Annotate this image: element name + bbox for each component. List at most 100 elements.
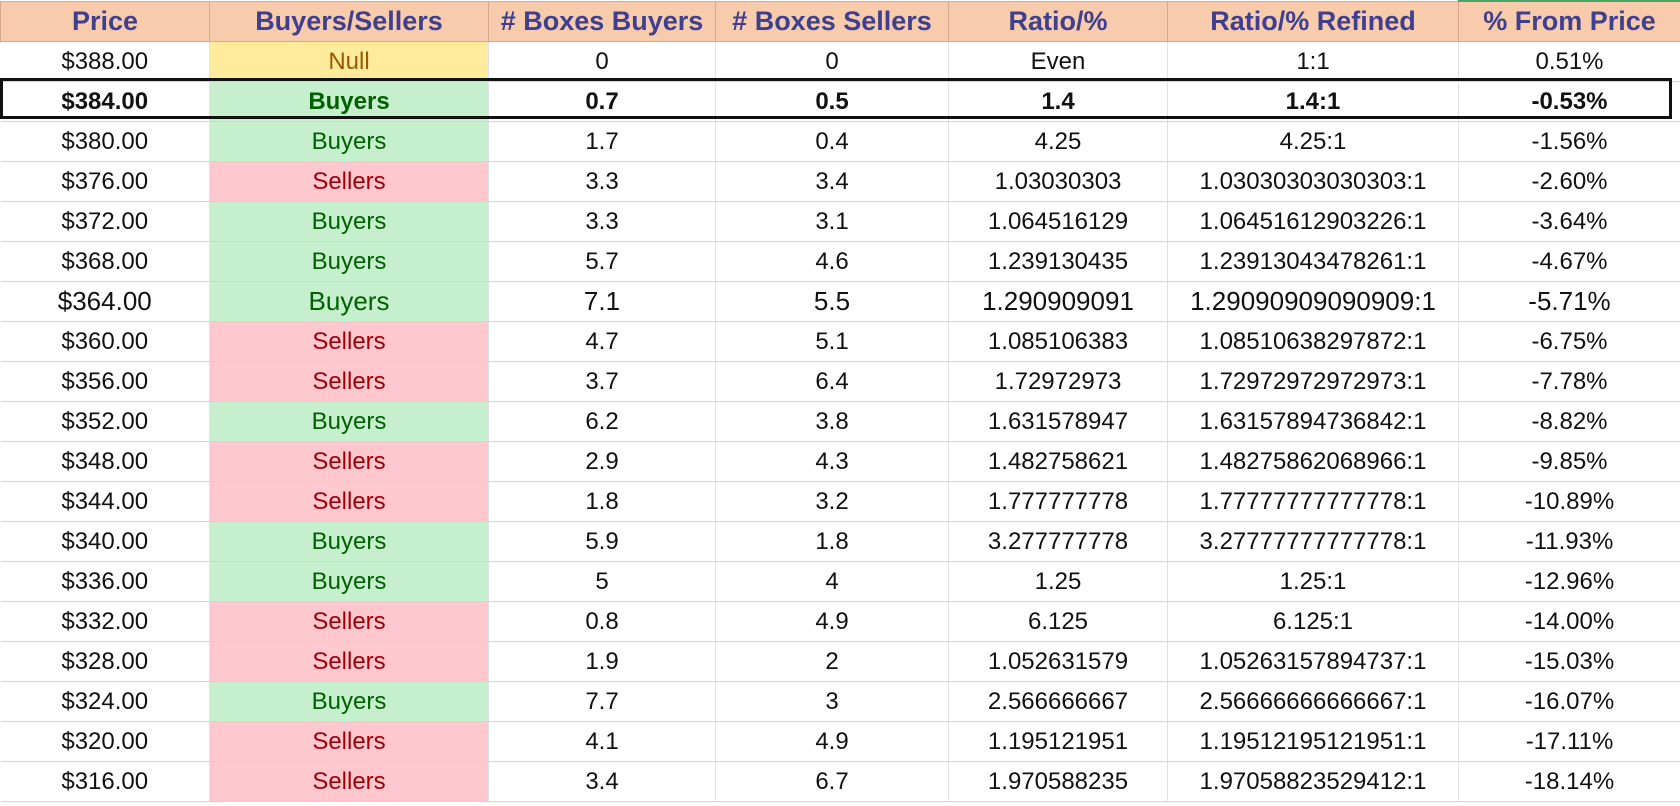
cell-boxes-buyers[interactable]: 4.1 [488,721,716,762]
cell-ratio[interactable]: 1.25 [948,561,1168,602]
cell-price[interactable]: $380.00 [0,121,210,162]
cell-boxes-sellers[interactable]: 4.6 [715,241,949,282]
header-ratio-refined[interactable]: Ratio/% Refined [1167,0,1459,42]
cell-boxes-sellers[interactable]: 4.9 [715,721,949,762]
cell-buyers-sellers[interactable]: Sellers [209,361,489,402]
cell-ratio-refined[interactable]: 6.125:1 [1167,601,1459,642]
cell-ratio[interactable]: 1.631578947 [948,401,1168,442]
cell-price[interactable]: $356.00 [0,361,210,402]
cell-buyers-sellers[interactable]: Sellers [209,321,489,362]
cell-boxes-sellers[interactable]: 4 [715,561,949,602]
cell-ratio[interactable]: 1.290909091 [948,281,1168,322]
cell-ratio[interactable]: 1.482758621 [948,441,1168,482]
cell-ratio-refined[interactable]: 1.48275862068966:1 [1167,441,1459,482]
cell-pct-from-price[interactable]: -12.96% [1458,561,1680,602]
cell-pct-from-price[interactable]: -4.67% [1458,241,1680,282]
cell-boxes-buyers[interactable]: 4.7 [488,321,716,362]
cell-price[interactable]: $336.00 [0,561,210,602]
cell-pct-from-price[interactable]: -17.11% [1458,721,1680,762]
cell-pct-from-price[interactable]: -8.82% [1458,401,1680,442]
cell-boxes-sellers[interactable]: 5.5 [715,281,949,322]
cell-buyers-sellers[interactable]: Buyers [209,681,489,722]
cell-buyers-sellers[interactable]: Buyers [209,241,489,282]
cell-buyers-sellers[interactable]: Buyers [209,401,489,442]
cell-boxes-buyers[interactable]: 7.1 [488,281,716,322]
header-boxes-sellers[interactable]: # Boxes Sellers [715,0,949,42]
cell-ratio[interactable]: 1.970588235 [948,761,1168,802]
header-pct-from-price[interactable]: % From Price [1458,0,1680,42]
cell-price[interactable]: $352.00 [0,401,210,442]
cell-ratio[interactable]: 1.195121951 [948,721,1168,762]
cell-price[interactable]: $388.00 [0,41,210,82]
cell-ratio[interactable]: 2.566666667 [948,681,1168,722]
cell-boxes-sellers[interactable]: 0 [715,41,949,82]
cell-ratio-refined[interactable]: 1.03030303030303:1 [1167,161,1459,202]
cell-price[interactable]: $324.00 [0,681,210,722]
cell-boxes-buyers[interactable]: 3.7 [488,361,716,402]
cell-buyers-sellers[interactable]: Sellers [209,441,489,482]
cell-pct-from-price[interactable]: -5.71% [1458,281,1680,322]
cell-boxes-buyers[interactable]: 5.7 [488,241,716,282]
cell-price[interactable]: $348.00 [0,441,210,482]
cell-price[interactable]: $364.00 [0,281,210,322]
cell-buyers-sellers[interactable]: Buyers [209,201,489,242]
cell-ratio[interactable]: 6.125 [948,601,1168,642]
cell-ratio-refined[interactable]: 2.56666666666667:1 [1167,681,1459,722]
cell-boxes-buyers[interactable]: 7.7 [488,681,716,722]
cell-pct-from-price[interactable]: 0.51% [1458,41,1680,82]
cell-price[interactable]: $384.00 [0,81,210,122]
cell-boxes-buyers[interactable]: 3.3 [488,161,716,202]
cell-boxes-sellers[interactable]: 6.4 [715,361,949,402]
cell-price[interactable]: $376.00 [0,161,210,202]
cell-ratio[interactable]: 1.239130435 [948,241,1168,282]
cell-ratio[interactable]: 4.25 [948,121,1168,162]
cell-ratio-refined[interactable]: 1.23913043478261:1 [1167,241,1459,282]
cell-boxes-buyers[interactable]: 1.8 [488,481,716,522]
cell-boxes-buyers[interactable]: 6.2 [488,401,716,442]
cell-ratio-refined[interactable]: 1.25:1 [1167,561,1459,602]
cell-ratio-refined[interactable]: 1.77777777777778:1 [1167,481,1459,522]
cell-pct-from-price[interactable]: -11.93% [1458,521,1680,562]
cell-ratio-refined[interactable]: 1.4:1 [1167,81,1459,122]
cell-boxes-sellers[interactable]: 1.8 [715,521,949,562]
cell-boxes-buyers[interactable]: 0.7 [488,81,716,122]
cell-buyers-sellers[interactable]: Sellers [209,161,489,202]
cell-pct-from-price[interactable]: -15.03% [1458,641,1680,682]
cell-buyers-sellers[interactable]: Sellers [209,601,489,642]
cell-ratio[interactable]: 1.085106383 [948,321,1168,362]
cell-buyers-sellers[interactable]: Sellers [209,761,489,802]
cell-pct-from-price[interactable]: -7.78% [1458,361,1680,402]
cell-pct-from-price[interactable]: -0.53% [1458,81,1680,122]
cell-ratio-refined[interactable]: 1.63157894736842:1 [1167,401,1459,442]
cell-ratio[interactable]: Even [948,41,1168,82]
cell-buyers-sellers[interactable]: Buyers [209,521,489,562]
cell-boxes-sellers[interactable]: 3 [715,681,949,722]
cell-boxes-sellers[interactable]: 5.1 [715,321,949,362]
cell-ratio-refined[interactable]: 4.25:1 [1167,121,1459,162]
cell-price[interactable]: $316.00 [0,761,210,802]
cell-boxes-sellers[interactable]: 3.1 [715,201,949,242]
cell-ratio[interactable]: 3.277777778 [948,521,1168,562]
cell-price[interactable]: $372.00 [0,201,210,242]
cell-boxes-buyers[interactable]: 5 [488,561,716,602]
cell-price[interactable]: $344.00 [0,481,210,522]
cell-price[interactable]: $340.00 [0,521,210,562]
cell-boxes-sellers[interactable]: 3.2 [715,481,949,522]
cell-buyers-sellers[interactable]: Sellers [209,481,489,522]
cell-boxes-sellers[interactable]: 3.4 [715,161,949,202]
cell-ratio-refined[interactable]: 1.19512195121951:1 [1167,721,1459,762]
header-boxes-buyers[interactable]: # Boxes Buyers [488,0,716,42]
cell-boxes-sellers[interactable]: 3.8 [715,401,949,442]
cell-buyers-sellers[interactable]: Buyers [209,121,489,162]
cell-boxes-buyers[interactable]: 3.3 [488,201,716,242]
cell-boxes-sellers[interactable]: 0.4 [715,121,949,162]
cell-ratio-refined[interactable]: 1:1 [1167,41,1459,82]
cell-boxes-sellers[interactable]: 4.3 [715,441,949,482]
cell-boxes-buyers[interactable]: 5.9 [488,521,716,562]
cell-price[interactable]: $368.00 [0,241,210,282]
cell-boxes-buyers[interactable]: 0 [488,41,716,82]
cell-ratio-refined[interactable]: 1.97058823529412:1 [1167,761,1459,802]
cell-price[interactable]: $328.00 [0,641,210,682]
cell-price[interactable]: $360.00 [0,321,210,362]
cell-ratio-refined[interactable]: 3.27777777777778:1 [1167,521,1459,562]
